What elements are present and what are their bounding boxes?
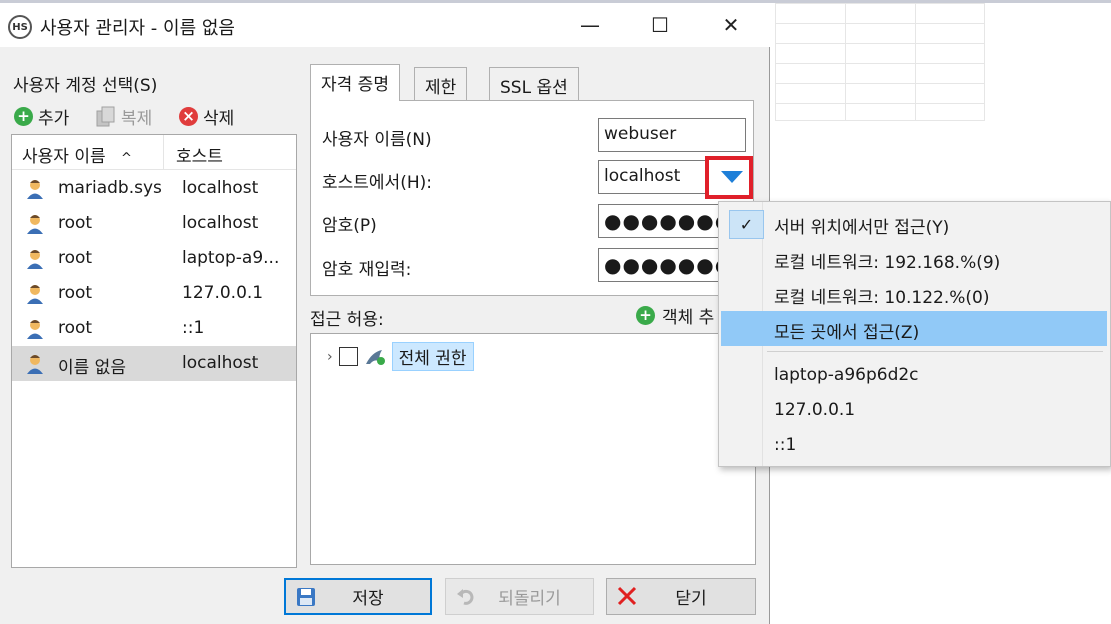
repeat-password-input[interactable]: ●●●●●●●●	[598, 248, 722, 282]
app-logo-icon: HS	[8, 15, 32, 39]
plus-icon: +	[14, 107, 33, 126]
add-object-button[interactable]: + 객체 추	[636, 303, 714, 328]
user-name-cell: root	[58, 283, 93, 303]
maximize-button[interactable]: ☐	[625, 3, 695, 47]
user-name-cell: root	[58, 248, 93, 268]
user-icon	[24, 248, 46, 270]
user-manager-window: HS 사용자 관리자 - 이름 없음 — ☐ ✕ 사용자 계정 선택(S) + …	[0, 3, 770, 624]
background-spreadsheet-grid	[775, 3, 985, 121]
checkmark-icon: ✓	[729, 210, 764, 239]
user-host-cell: 127.0.0.1	[182, 283, 264, 303]
user-host-cell: localhost	[182, 353, 259, 373]
user-list[interactable]: 사용자 이름 ^ 호스트 mariadb.sys localhost root loc…	[11, 134, 297, 568]
host-option[interactable]: 로컬 네트워크: 192.168.%(9)	[721, 241, 1107, 276]
user-icon	[24, 283, 46, 305]
host-option-label: 로컬 네트워크: 192.168.%(9)	[774, 253, 1001, 273]
host-label: 호스트에서(H):	[322, 173, 432, 193]
host-option-label: 모든 곳에서 접근(Z)	[774, 323, 920, 343]
user-icon	[24, 213, 46, 235]
password-label: 암호(P)	[322, 216, 377, 236]
access-label: 접근 허용:	[310, 310, 384, 330]
title-bar[interactable]: HS 사용자 관리자 - 이름 없음 — ☐ ✕	[0, 3, 770, 47]
privilege-tree[interactable]: › 전체 권한	[310, 333, 756, 565]
menu-separator	[767, 351, 1103, 352]
tree-item-all-privileges[interactable]: › 전체 권한	[327, 342, 474, 371]
add-object-label: 객체 추	[662, 308, 715, 328]
all-privileges-label: 전체 권한	[391, 342, 474, 371]
host-option-label: 로컬 네트워크: 10.122.%(0)	[774, 288, 990, 308]
tab-credentials[interactable]: 자격 증명	[310, 64, 400, 101]
revert-label: 되돌리기	[498, 589, 561, 609]
tab-ssl-options[interactable]: SSL 옵션	[489, 67, 579, 100]
user-row[interactable]: root localhost	[12, 206, 296, 241]
delete-label: 삭제	[203, 109, 235, 129]
plus-icon: +	[636, 306, 655, 325]
credentials-panel: 사용자 이름(N) webuser 호스트에서(H): localhost 암호…	[310, 100, 754, 296]
add-label: 추가	[38, 109, 70, 129]
username-input[interactable]: webuser	[598, 118, 746, 152]
password-input[interactable]: ●●●●●●●	[598, 204, 722, 238]
column-user-label: 사용자 이름	[22, 147, 106, 167]
revert-button[interactable]: 되돌리기	[445, 578, 594, 615]
copy-user-button[interactable]: 복제	[96, 104, 152, 129]
close-window-button[interactable]: ✕	[696, 3, 766, 47]
user-row[interactable]: root::1	[12, 311, 296, 346]
host-dropdown-button[interactable]	[705, 156, 753, 199]
user-name-cell: 이름 없음	[58, 358, 126, 378]
host-option[interactable]: 로컬 네트워크: 10.122.%(0)	[721, 276, 1107, 311]
delete-x-icon: ×	[179, 107, 198, 126]
host-option-label: ::1	[774, 435, 797, 455]
host-combobox[interactable]: localhost	[598, 160, 710, 194]
repeat-password-label: 암호 재입력:	[322, 260, 412, 280]
user-name-cell: mariadb.sys	[58, 178, 162, 198]
user-name-cell: root	[58, 213, 93, 233]
user-row[interactable]: mariadb.sys localhost	[12, 171, 296, 206]
privilege-checkbox[interactable]	[338, 347, 358, 366]
host-option[interactable]: 모든 곳에서 접근(Z)	[721, 311, 1107, 346]
dropdown-arrow-icon	[721, 171, 743, 183]
host-option-label: 127.0.0.1	[774, 400, 856, 420]
host-option[interactable]: ✓ 서버 위치에서만 접근(Y)	[721, 206, 1107, 241]
username-label: 사용자 이름(N)	[322, 130, 432, 150]
user-icon	[24, 318, 46, 340]
user-host-cell: localhost	[182, 213, 259, 233]
copy-icon	[96, 106, 115, 126]
column-header-user[interactable]: 사용자 이름 ^	[12, 135, 164, 170]
user-name-cell: root	[58, 318, 93, 338]
save-button[interactable]: 저장	[284, 578, 432, 615]
close-label: 닫기	[675, 589, 707, 609]
user-icon	[24, 353, 46, 375]
user-host-cell: ::1	[182, 318, 205, 338]
user-host-cell: localhost	[182, 178, 259, 198]
minimize-button[interactable]: —	[555, 3, 625, 47]
host-option[interactable]: 127.0.0.1	[721, 393, 1107, 428]
column-header-host[interactable]: 호스트	[164, 135, 294, 170]
host-dropdown-menu[interactable]: ✓ 서버 위치에서만 접근(Y) 로컬 네트워크: 192.168.%(9) 로컬 네…	[718, 201, 1111, 467]
user-row[interactable]: root 127.0.0.1	[12, 276, 296, 311]
save-label: 저장	[352, 589, 384, 609]
user-icon	[24, 178, 46, 200]
tab-limits[interactable]: 제한	[414, 67, 468, 100]
host-option[interactable]: laptop-a96p6d2c	[721, 358, 1107, 393]
user-row[interactable]: root laptop-a9...	[12, 241, 296, 276]
host-option-label: 서버 위치에서만 접근(Y)	[774, 218, 950, 238]
host-option[interactable]: ::1	[721, 428, 1107, 463]
host-option-label: laptop-a96p6d2c	[774, 365, 919, 385]
account-select-label: 사용자 계정 선택(S)	[13, 76, 158, 96]
window-title: 사용자 관리자 - 이름 없음	[40, 18, 235, 39]
list-header: 사용자 이름 ^ 호스트	[12, 135, 296, 170]
expand-chevron-icon[interactable]: ›	[327, 349, 333, 365]
user-row[interactable]: 이름 없음 localhost	[12, 346, 296, 381]
user-host-cell: laptop-a9...	[182, 248, 280, 268]
dolphin-icon	[365, 349, 385, 365]
close-button[interactable]: 닫기	[606, 578, 756, 615]
add-user-button[interactable]: + 추가	[14, 104, 69, 129]
delete-user-button[interactable]: × 삭제	[179, 104, 234, 129]
sort-asc-icon: ^	[121, 151, 132, 166]
copy-label: 복제	[121, 109, 153, 129]
